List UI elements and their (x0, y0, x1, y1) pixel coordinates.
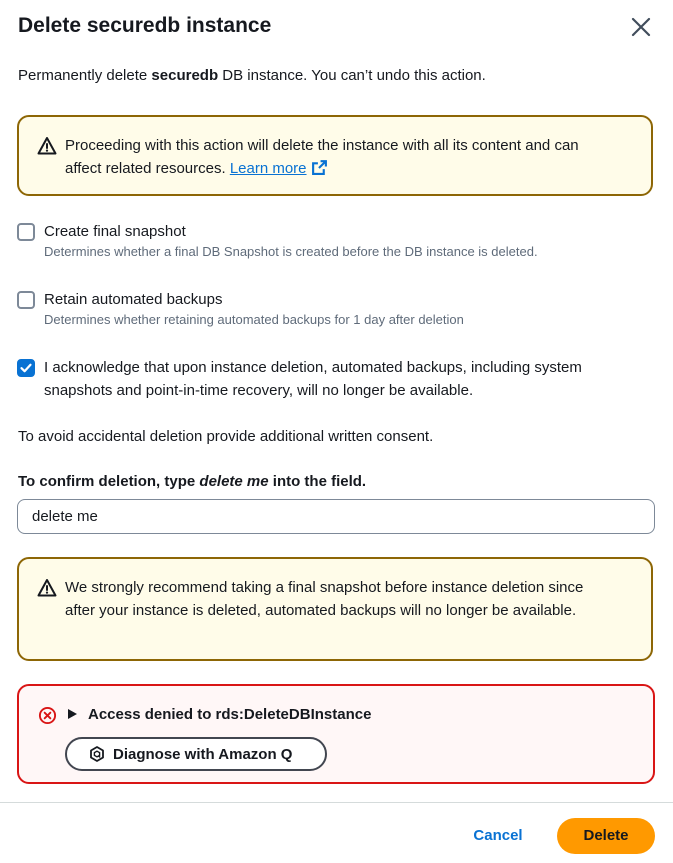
delete-button[interactable]: Delete (557, 818, 655, 854)
footer-divider (0, 802, 673, 803)
retain-backups-checkbox[interactable] (17, 291, 35, 309)
recommendation-text: We strongly recommend taking a final sna… (65, 579, 584, 619)
close-icon[interactable] (628, 14, 654, 40)
external-link-icon[interactable] (311, 159, 328, 176)
checkmark-icon (20, 363, 32, 373)
learn-more-link[interactable]: Learn more (230, 160, 307, 177)
create-final-snapshot-description: Determines whether a final DB Snapshot i… (44, 244, 538, 259)
create-final-snapshot-checkbox[interactable] (17, 223, 35, 241)
amazon-q-icon (90, 746, 104, 762)
modal-title: Delete securedb instance (18, 14, 272, 37)
snapshot-recommendation-alert: We strongly recommend taking a final sna… (17, 557, 653, 661)
expand-caret-icon[interactable] (68, 709, 77, 719)
warning-icon (37, 137, 57, 155)
retain-backups-label: Retain automated backups (44, 291, 223, 308)
diagnose-amazon-q-button[interactable]: Diagnose with Amazon Q (65, 737, 327, 771)
intro-text: Permanently delete securedb DB instance.… (18, 67, 486, 84)
confirm-label: To confirm deletion, type delete me into… (18, 473, 367, 490)
warning-alert: Proceeding with this action will delete … (17, 115, 653, 196)
cancel-button[interactable]: Cancel (462, 818, 534, 854)
consent-text: To avoid accidental deletion provide add… (18, 428, 434, 445)
error-icon (38, 706, 57, 725)
create-final-snapshot-label: Create final snapshot (44, 223, 186, 240)
acknowledge-label: I acknowledge that upon instance deletio… (44, 359, 582, 399)
confirm-deletion-input[interactable] (17, 499, 655, 534)
instance-name: securedb (151, 67, 219, 84)
diagnose-button-label: Diagnose with Amazon Q (113, 746, 293, 763)
error-title[interactable]: Access denied to rds:DeleteDBInstance (88, 706, 371, 723)
acknowledge-checkbox[interactable] (17, 359, 35, 377)
error-alert: Access denied to rds:DeleteDBInstance Di… (17, 684, 655, 784)
warning-text: Proceeding with this action will delete … (65, 137, 579, 177)
warning-icon (37, 579, 57, 597)
retain-backups-description: Determines whether retaining automated b… (44, 312, 464, 327)
